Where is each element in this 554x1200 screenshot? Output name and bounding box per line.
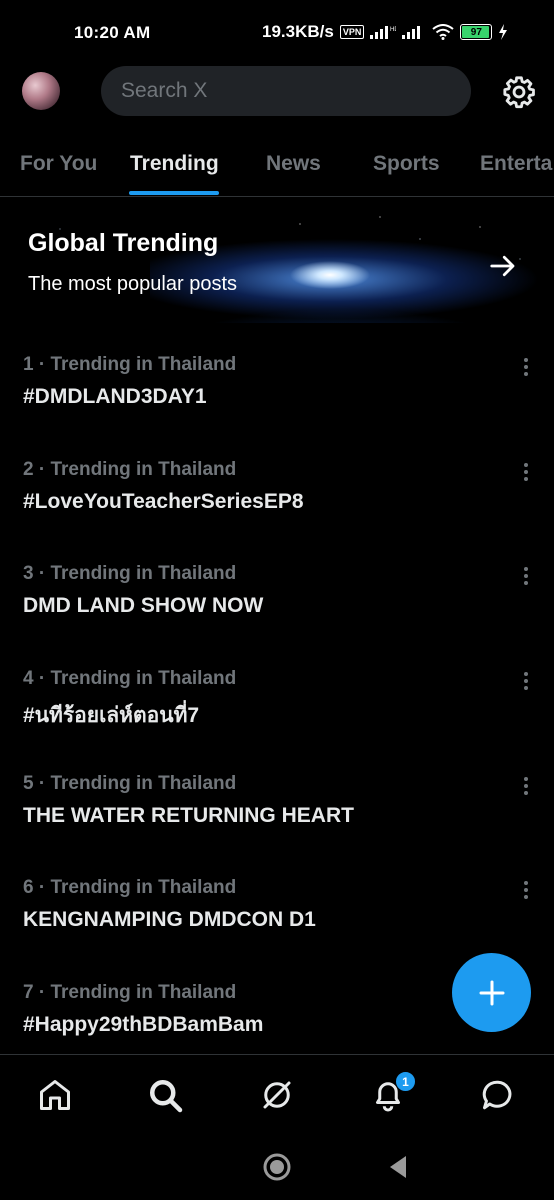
charging-icon [499, 24, 508, 40]
search-input[interactable] [119, 78, 443, 104]
notification-badge: 1 [395, 1071, 416, 1092]
trend-name: #Happy29thBDBamBam [23, 1013, 264, 1036]
more-options-icon[interactable] [516, 565, 536, 587]
network-speed: 19.3KB/s [262, 22, 334, 41]
more-options-icon[interactable] [516, 356, 536, 378]
more-options-icon[interactable] [516, 879, 536, 901]
battery-icon: 97 [460, 24, 493, 40]
svg-text:HD: HD [390, 27, 396, 33]
home-circle-icon[interactable] [262, 1152, 292, 1182]
signal-icon: HD [370, 26, 396, 39]
trend-item[interactable]: 3 · Trending in Thailand DMD LAND SHOW N… [0, 563, 554, 667]
trend-meta: 7 · Trending in Thailand [23, 982, 237, 1003]
trend-name: #LoveYouTeacherSeriesEP8 [23, 490, 304, 513]
trend-meta: 6 · Trending in Thailand [23, 877, 237, 898]
arrow-right-icon [490, 255, 515, 277]
home-icon[interactable] [37, 1077, 73, 1113]
messages-icon[interactable] [480, 1077, 516, 1113]
search-box[interactable] [101, 66, 471, 116]
plus-icon [479, 980, 504, 1005]
trend-item[interactable]: 4 · Trending in Thailand #นทีร้อยเล่ห์ตอ… [0, 668, 554, 772]
tab-trending[interactable]: Trending [130, 152, 219, 176]
more-options-icon[interactable] [516, 775, 536, 797]
trend-item[interactable]: 5 · Trending in Thailand THE WATER RETUR… [0, 773, 554, 877]
trend-meta: 4 · Trending in Thailand [23, 668, 237, 689]
global-trending-banner[interactable]: Global Trending The most popular posts [0, 209, 554, 323]
status-time: 10:20 AM [74, 23, 151, 42]
status-right: 19.3KB/s VPN HD 97 [262, 22, 508, 42]
more-options-icon[interactable] [516, 670, 536, 692]
system-nav-bar [0, 1134, 554, 1200]
gear-icon[interactable] [502, 75, 536, 109]
trend-meta: 5 · Trending in Thailand [23, 773, 237, 794]
search-icon[interactable] [147, 1077, 183, 1113]
trend-name: KENGNAMPING DMDCON D1 [23, 908, 316, 931]
trend-name: DMD LAND SHOW NOW [23, 594, 264, 617]
trend-name: THE WATER RETURNING HEART [23, 804, 354, 827]
battery-level: 97 [470, 26, 482, 38]
banner-title: Global Trending [28, 229, 219, 257]
trend-name: #นทีร้อยเล่ห์ตอนที่7 [23, 704, 200, 727]
banner-subtitle: The most popular posts [28, 273, 237, 295]
trend-meta: 1 · Trending in Thailand [23, 354, 237, 375]
tab-sports[interactable]: Sports [373, 152, 440, 176]
signal-icon-2 [402, 26, 421, 39]
top-bar [0, 66, 554, 116]
more-options-icon[interactable] [516, 461, 536, 483]
tab-bar: For You Trending News Sports Enterta [0, 140, 554, 197]
tab-entertainment[interactable]: Enterta [480, 152, 552, 176]
compose-button[interactable] [452, 953, 531, 1032]
trend-item[interactable]: 1 · Trending in Thailand #DMDLAND3DAY1 [0, 354, 554, 458]
trend-meta: 3 · Trending in Thailand [23, 563, 237, 584]
trend-item[interactable]: 2 · Trending in Thailand #LoveYouTeacher… [0, 459, 554, 563]
avatar[interactable] [22, 72, 60, 110]
tab-for-you[interactable]: For You [20, 152, 97, 176]
wifi-icon [432, 24, 454, 40]
grok-icon[interactable] [259, 1077, 295, 1113]
trend-meta: 2 · Trending in Thailand [23, 459, 237, 480]
back-triangle-icon[interactable] [386, 1154, 410, 1180]
trend-name: #DMDLAND3DAY1 [23, 385, 207, 408]
bottom-nav: 1 [0, 1054, 554, 1135]
vpn-icon: VPN [339, 25, 365, 39]
status-bar: 10:20 AM 19.3KB/s VPN HD 97 [0, 0, 554, 66]
active-tab-indicator [129, 191, 219, 195]
tab-news[interactable]: News [266, 152, 321, 176]
